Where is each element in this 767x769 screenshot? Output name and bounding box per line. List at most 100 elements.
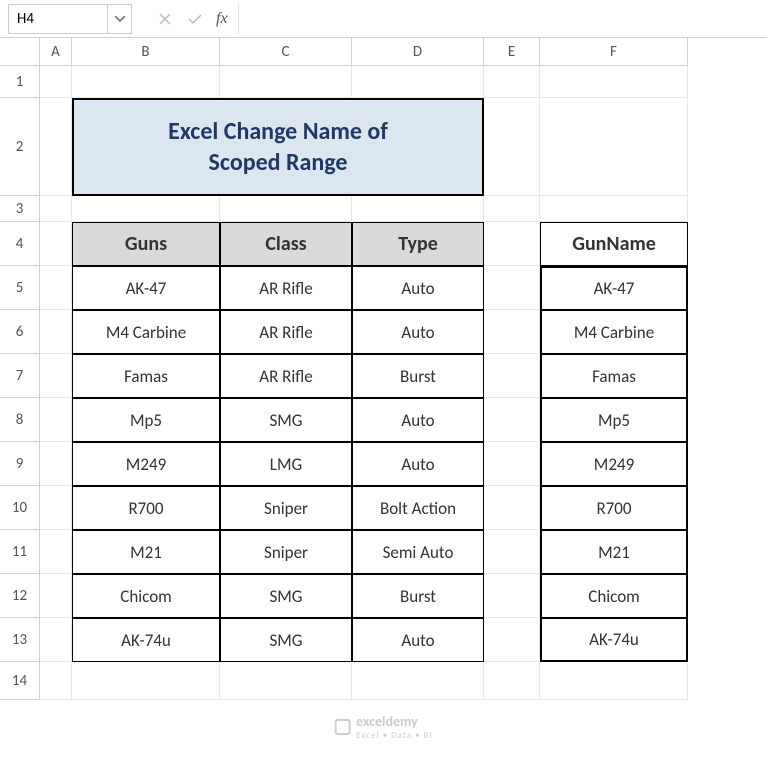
row-header-2[interactable]: 2: [0, 98, 40, 196]
cell-D13[interactable]: Auto: [352, 618, 484, 662]
row-header-8[interactable]: 8: [0, 398, 40, 442]
cell-F6[interactable]: M4 Carbine: [540, 310, 688, 354]
row-header-12[interactable]: 12: [0, 574, 40, 618]
cell-B14[interactable]: [72, 662, 220, 700]
cell-E2[interactable]: [484, 98, 540, 196]
cell-C4[interactable]: Class: [220, 222, 352, 266]
cell-F8[interactable]: Mp5: [540, 398, 688, 442]
cell-B2[interactable]: Excel Change Name of Scoped Range: [72, 98, 484, 196]
cell-C14[interactable]: [220, 662, 352, 700]
cell-C6[interactable]: AR Rifle: [220, 310, 352, 354]
cell-C12[interactable]: SMG: [220, 574, 352, 618]
cell-F5[interactable]: AK-47: [540, 266, 688, 310]
col-header-E[interactable]: E: [484, 38, 540, 66]
cell-F13[interactable]: AK-74u: [540, 618, 688, 662]
cell-F7[interactable]: Famas: [540, 354, 688, 398]
fx-label[interactable]: fx: [210, 10, 234, 28]
cell-A4[interactable]: [40, 222, 72, 266]
cell-A1[interactable]: [40, 66, 72, 98]
cell-E8[interactable]: [484, 398, 540, 442]
col-header-C[interactable]: C: [220, 38, 352, 66]
cell-B6[interactable]: M4 Carbine: [72, 310, 220, 354]
cell-B9[interactable]: M249: [72, 442, 220, 486]
cell-F4[interactable]: GunName: [540, 222, 688, 266]
name-box[interactable]: H4: [8, 4, 108, 34]
col-header-A[interactable]: A: [40, 38, 72, 66]
cell-D14[interactable]: [352, 662, 484, 700]
cell-F1[interactable]: [540, 66, 688, 98]
row-header-3[interactable]: 3: [0, 196, 40, 222]
cell-D10[interactable]: Bolt Action: [352, 486, 484, 530]
cell-E1[interactable]: [484, 66, 540, 98]
cell-F11[interactable]: M21: [540, 530, 688, 574]
select-all-corner[interactable]: [0, 38, 40, 66]
cell-F10[interactable]: R700: [540, 486, 688, 530]
cell-C5[interactable]: AR Rifle: [220, 266, 352, 310]
cell-A9[interactable]: [40, 442, 72, 486]
cell-C13[interactable]: SMG: [220, 618, 352, 662]
cell-D7[interactable]: Burst: [352, 354, 484, 398]
cell-A3[interactable]: [40, 196, 72, 222]
cell-F12[interactable]: Chicom: [540, 574, 688, 618]
name-box-dropdown[interactable]: [108, 4, 132, 34]
cell-C7[interactable]: AR Rifle: [220, 354, 352, 398]
cell-E4[interactable]: [484, 222, 540, 266]
cell-C11[interactable]: Sniper: [220, 530, 352, 574]
row-header-11[interactable]: 11: [0, 530, 40, 574]
cell-F9[interactable]: M249: [540, 442, 688, 486]
cell-B12[interactable]: Chicom: [72, 574, 220, 618]
row-header-9[interactable]: 9: [0, 442, 40, 486]
cell-C8[interactable]: SMG: [220, 398, 352, 442]
cell-E7[interactable]: [484, 354, 540, 398]
cell-A7[interactable]: [40, 354, 72, 398]
cell-B5[interactable]: AK-47: [72, 266, 220, 310]
cell-B7[interactable]: Famas: [72, 354, 220, 398]
cell-A8[interactable]: [40, 398, 72, 442]
col-header-F[interactable]: F: [540, 38, 688, 66]
cell-A2[interactable]: [40, 98, 72, 196]
cell-E13[interactable]: [484, 618, 540, 662]
cell-C3[interactable]: [220, 196, 352, 222]
row-header-5[interactable]: 5: [0, 266, 40, 310]
cell-D3[interactable]: [352, 196, 484, 222]
cell-D1[interactable]: [352, 66, 484, 98]
cell-A14[interactable]: [40, 662, 72, 700]
cell-D12[interactable]: Burst: [352, 574, 484, 618]
cell-A6[interactable]: [40, 310, 72, 354]
cell-B11[interactable]: M21: [72, 530, 220, 574]
formula-input[interactable]: [238, 4, 767, 34]
cell-B8[interactable]: Mp5: [72, 398, 220, 442]
cell-E12[interactable]: [484, 574, 540, 618]
cell-D4[interactable]: Type: [352, 222, 484, 266]
cell-E9[interactable]: [484, 442, 540, 486]
cell-E11[interactable]: [484, 530, 540, 574]
cell-D8[interactable]: Auto: [352, 398, 484, 442]
cell-E14[interactable]: [484, 662, 540, 700]
cell-A5[interactable]: [40, 266, 72, 310]
cell-E5[interactable]: [484, 266, 540, 310]
cell-B1[interactable]: [72, 66, 220, 98]
col-header-D[interactable]: D: [352, 38, 484, 66]
cell-F3[interactable]: [540, 196, 688, 222]
row-header-7[interactable]: 7: [0, 354, 40, 398]
cell-B3[interactable]: [72, 196, 220, 222]
cell-F2[interactable]: [540, 98, 688, 196]
cell-F14[interactable]: [540, 662, 688, 700]
row-header-1[interactable]: 1: [0, 66, 40, 98]
row-header-10[interactable]: 10: [0, 486, 40, 530]
cell-B4[interactable]: Guns: [72, 222, 220, 266]
col-header-B[interactable]: B: [72, 38, 220, 66]
row-header-6[interactable]: 6: [0, 310, 40, 354]
row-header-14[interactable]: 14: [0, 662, 40, 700]
cell-D11[interactable]: Semi Auto: [352, 530, 484, 574]
cell-C10[interactable]: Sniper: [220, 486, 352, 530]
cell-D9[interactable]: Auto: [352, 442, 484, 486]
cell-B10[interactable]: R700: [72, 486, 220, 530]
cell-B13[interactable]: AK-74u: [72, 618, 220, 662]
cell-C1[interactable]: [220, 66, 352, 98]
cell-A12[interactable]: [40, 574, 72, 618]
row-header-13[interactable]: 13: [0, 618, 40, 662]
row-header-4[interactable]: 4: [0, 222, 40, 266]
cell-A13[interactable]: [40, 618, 72, 662]
cell-D5[interactable]: Auto: [352, 266, 484, 310]
